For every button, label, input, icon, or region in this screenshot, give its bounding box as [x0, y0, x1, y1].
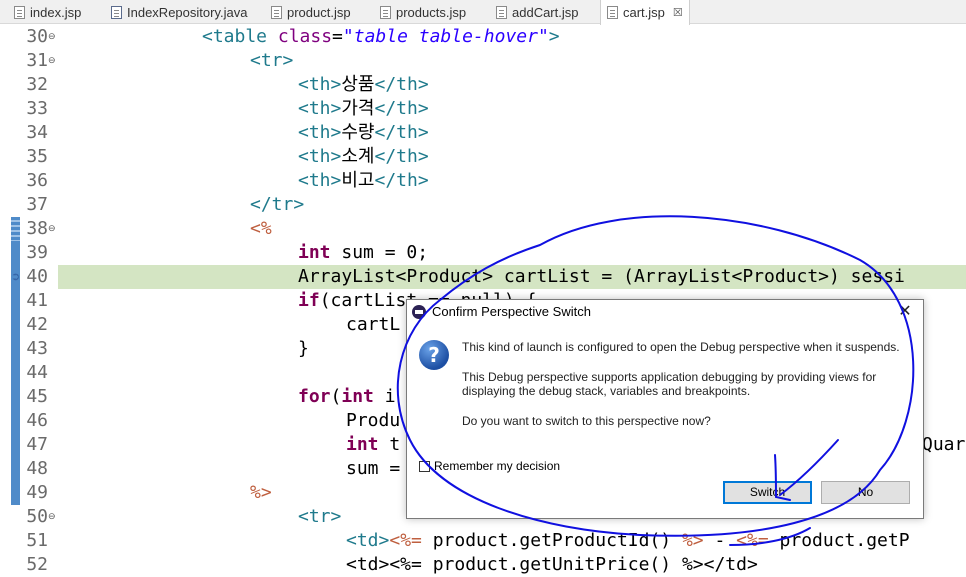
- jsp-file-icon: [496, 5, 507, 19]
- dialog-message-description-1: This Debug perspective supports applicat…: [462, 370, 877, 384]
- line-number: 47: [26, 434, 48, 455]
- breakpoint-marker[interactable]: [11, 361, 20, 385]
- breakpoint-marker[interactable]: [11, 289, 20, 313]
- tab-addcart-jsp[interactable]: addCart.jsp: [496, 0, 578, 24]
- code-line: 31 ⊖ <tr>: [0, 49, 966, 73]
- line-number: 33: [26, 98, 48, 119]
- tab-label: cart.jsp: [623, 5, 665, 20]
- line-number: 37: [26, 194, 48, 215]
- breakpoint-marker[interactable]: [11, 313, 20, 337]
- line-number: 46: [26, 410, 48, 431]
- dialog-title: Confirm Perspective Switch: [432, 304, 591, 319]
- confirm-perspective-switch-dialog: Confirm Perspective Switch ✕ ? This kind…: [406, 299, 924, 519]
- breakpoint-marker[interactable]: [11, 433, 20, 457]
- tab-label: addCart.jsp: [512, 4, 579, 20]
- jsp-file-icon: [14, 5, 25, 19]
- breakpoint-marker[interactable]: [11, 385, 20, 409]
- dialog-message-launch: This kind of launch is configured to ope…: [462, 340, 900, 354]
- instruction-pointer-icon: ➲: [11, 271, 21, 283]
- remember-decision-checkbox[interactable]: Remember my decision: [419, 459, 560, 473]
- close-icon[interactable]: ✕: [893, 300, 917, 324]
- tab-label: IndexRepository.java: [127, 4, 248, 20]
- eclipse-app-icon: [412, 305, 426, 319]
- tab-index-jsp[interactable]: index.jsp: [14, 0, 81, 24]
- line-number: 49: [26, 482, 48, 503]
- line-number: 35: [26, 146, 48, 167]
- line-number: 42: [26, 314, 48, 335]
- remember-decision-label: Remember my decision: [434, 459, 561, 473]
- code-line: 39 int sum = 0;: [0, 241, 966, 265]
- code-line: 32 <th>상품</th>: [0, 73, 966, 97]
- editor-tab-bar: index.jsp IndexRepository.java product.j…: [0, 0, 966, 25]
- line-number: 45: [26, 386, 48, 407]
- line-number: 52: [26, 554, 48, 575]
- breakpoint-marker[interactable]: [11, 409, 20, 433]
- breakpoint-marker[interactable]: [11, 457, 20, 481]
- line-number: 31: [26, 50, 48, 71]
- tab-products-jsp[interactable]: products.jsp: [380, 0, 466, 24]
- code-line: 36 <th>비고</th>: [0, 169, 966, 193]
- checkbox-box[interactable]: [419, 460, 430, 472]
- current-execution-line: ➲ 40 ArrayList<Product> cartList = (Array…: [0, 265, 966, 289]
- fold-toggle-icon[interactable]: ⊖: [48, 224, 56, 233]
- tab-cart-jsp[interactable]: cart.jsp ☒: [600, 0, 690, 25]
- dialog-message-description-2: displaying the debug stack, variables an…: [462, 384, 751, 398]
- line-number: 32: [26, 74, 48, 95]
- close-tab-icon[interactable]: ☒: [673, 6, 683, 19]
- java-file-icon: [111, 5, 122, 19]
- line-number: 34: [26, 122, 48, 143]
- dialog-question: Do you want to switch to this perspectiv…: [462, 414, 711, 428]
- line-number: 36: [26, 170, 48, 191]
- tab-label: product.jsp: [287, 4, 351, 20]
- line-number: 48: [26, 458, 48, 479]
- breakpoint-marker[interactable]: [11, 337, 20, 361]
- line-number: 43: [26, 338, 48, 359]
- dialog-titlebar[interactable]: Confirm Perspective Switch ✕: [407, 300, 923, 326]
- code-line: 30 ⊖ <table class="table table-hover">: [0, 25, 966, 49]
- jsp-file-icon: [271, 5, 282, 19]
- fold-toggle-icon[interactable]: ⊖: [48, 56, 56, 65]
- breakpoint-marker[interactable]: [11, 481, 20, 505]
- breakpoint-marker[interactable]: [11, 241, 20, 265]
- line-number: 51: [26, 530, 48, 551]
- code-line: 34 <th>수량</th>: [0, 121, 966, 145]
- tab-indexrepository-java[interactable]: IndexRepository.java: [111, 0, 247, 24]
- code-line: 37 </tr>: [0, 193, 966, 217]
- breakpoint-marker[interactable]: [11, 217, 20, 241]
- line-number: 44: [26, 362, 48, 383]
- switch-button[interactable]: Switch: [723, 481, 812, 504]
- line-number: 50: [26, 506, 48, 527]
- line-number: 30: [26, 26, 48, 47]
- code-line: 52 <td><%= product.getUnitPrice() %></td…: [0, 553, 966, 577]
- tab-label: products.jsp: [396, 4, 467, 20]
- code-line: 33 <th>가격</th>: [0, 97, 966, 121]
- line-number: 38: [26, 218, 48, 239]
- no-button[interactable]: No: [821, 481, 910, 504]
- line-number: 39: [26, 242, 48, 263]
- tab-product-jsp[interactable]: product.jsp: [271, 0, 351, 24]
- line-number: 40: [26, 266, 48, 287]
- line-number: 41: [26, 290, 48, 311]
- fold-toggle-icon[interactable]: ⊖: [48, 512, 56, 521]
- jsp-file-icon: [607, 6, 618, 19]
- fold-toggle-icon[interactable]: ⊖: [48, 32, 56, 41]
- code-line: 38 ⊖ <%: [0, 217, 966, 241]
- tab-label: index.jsp: [30, 4, 82, 20]
- code-line: 35 <th>소계</th>: [0, 145, 966, 169]
- question-icon: ?: [419, 340, 449, 370]
- code-line: 51 <td><%= product.getProductId() %> - <…: [0, 529, 966, 553]
- jsp-file-icon: [380, 5, 391, 19]
